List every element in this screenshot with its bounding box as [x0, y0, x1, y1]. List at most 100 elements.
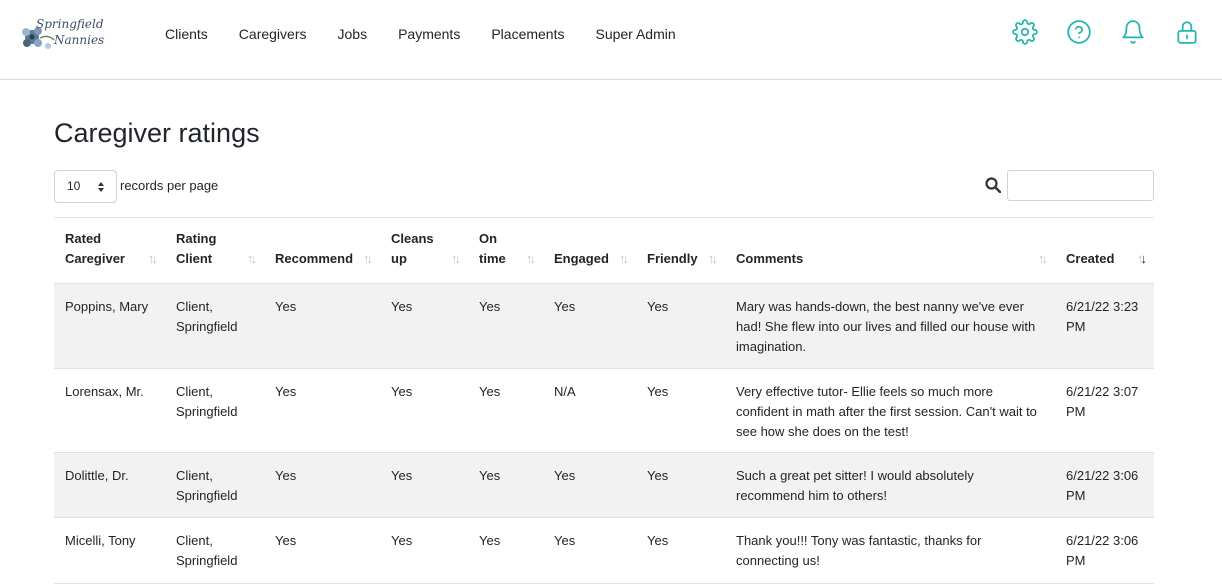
settings-button[interactable]	[1012, 18, 1038, 46]
sort-icon: ↑↓	[363, 251, 373, 266]
sort-icon: ↑↓	[526, 251, 536, 266]
help-button[interactable]	[1066, 18, 1092, 46]
table-search-input[interactable]	[1007, 170, 1154, 201]
header-line-2: up	[391, 251, 407, 266]
page-title: Caregiver ratings	[54, 118, 260, 148]
sort-icon: ↑↓	[148, 251, 158, 266]
select-arrows-icon	[98, 182, 104, 192]
logo-line-2: Nannies	[54, 33, 105, 47]
sort-icon: ↑↓	[451, 251, 461, 266]
created-line-2: PM	[1066, 319, 1086, 334]
table-row: Lorensax, Mr. Client, Springfield Yes Yes…	[54, 369, 1154, 453]
created-line-1: 6/21/22 3:07	[1066, 384, 1139, 399]
cell-on-time: Yes	[479, 468, 501, 483]
header-line-2: Recommend	[275, 251, 354, 266]
client-line-1: Client,	[176, 299, 213, 314]
header-line-2: Client	[176, 251, 213, 266]
client-line-1: Client,	[176, 533, 213, 548]
column-header-on-time[interactable]: On time ↑↓	[468, 218, 543, 284]
table-row: Dolittle, Dr. Client, Springfield Yes Yes…	[54, 452, 1154, 518]
column-header-cleans-up[interactable]: Cleans up ↑↓	[380, 218, 468, 284]
client-line-2: Springfield	[176, 488, 238, 503]
help-icon	[1067, 20, 1091, 44]
gear-icon	[1012, 19, 1038, 45]
client-line-2: Springfield	[176, 319, 238, 334]
sort-icon: ↑↓	[1038, 251, 1048, 266]
header-line-2: Comments	[736, 251, 804, 266]
created-line-1: 6/21/22 3:06	[1066, 533, 1139, 548]
cell-friendly: Yes	[647, 468, 669, 483]
main-nav: Clients Caregivers Jobs Payments Placeme…	[165, 25, 707, 43]
cell-friendly: Yes	[647, 299, 669, 314]
cell-comments: Such a great pet sitter! I would absolut…	[736, 468, 974, 503]
nav-icon-group	[984, 18, 1200, 46]
header-line-2: Friendly	[647, 251, 698, 266]
cell-cleans-up: Yes	[391, 533, 413, 548]
logout-button[interactable]	[1174, 18, 1200, 46]
column-header-comments[interactable]: Comments ↑↓	[725, 218, 1055, 284]
created-line-1: 6/21/22 3:06	[1066, 468, 1139, 483]
search-icon	[985, 177, 1001, 193]
nav-link-payments[interactable]: Payments	[398, 25, 460, 43]
cell-recommend: Yes	[275, 299, 297, 314]
sort-icon: ↑↓	[708, 251, 718, 266]
client-line-2: Springfield	[176, 553, 238, 568]
cell-recommend: Yes	[275, 468, 297, 483]
sort-desc-icon: ↑↓	[1137, 251, 1147, 266]
page-length-select[interactable]: 10	[54, 170, 117, 203]
column-header-rated-caregiver[interactable]: Rated Caregiver ↑↓	[54, 218, 165, 284]
created-line-2: PM	[1066, 404, 1086, 419]
logo-line-1: Springfield	[36, 17, 104, 31]
nav-link-placements[interactable]: Placements	[491, 25, 564, 43]
bell-icon	[1122, 20, 1144, 44]
cell-on-time: Yes	[479, 533, 501, 548]
cell-engaged: Yes	[554, 468, 576, 483]
nav-link-super-admin[interactable]: Super Admin	[595, 25, 675, 43]
cell-cleans-up: Yes	[391, 468, 413, 483]
page-length-label: records per page	[120, 178, 219, 193]
cell-comments: Thank you!!! Tony was fantastic, thanks …	[736, 533, 982, 568]
header-line-1: Cleans	[391, 231, 434, 246]
header-line-1: Rating	[176, 231, 217, 246]
cell-created: 6/21/22 3:06 PM	[1055, 518, 1154, 584]
column-header-engaged[interactable]: Engaged ↑↓	[543, 218, 636, 284]
created-line-1: 6/21/22 3:23	[1066, 299, 1139, 314]
cell-engaged: Yes	[554, 533, 576, 548]
column-header-friendly[interactable]: Friendly ↑↓	[636, 218, 725, 284]
top-navbar: Springfield Nannies Clients Caregivers J…	[0, 0, 1222, 80]
page-length-value: 10	[67, 179, 81, 193]
header-line-2: time	[479, 251, 506, 266]
cell-client: Client, Springfield	[165, 518, 264, 584]
springfield-nannies-logo[interactable]: Springfield Nannies	[18, 14, 108, 56]
table-row: Micelli, Tony Client, Springfield Yes Yes…	[54, 518, 1154, 584]
nav-link-jobs[interactable]: Jobs	[338, 25, 368, 43]
column-header-created[interactable]: Created ↑↓	[1055, 218, 1154, 284]
header-line-2: Created	[1066, 251, 1115, 266]
cell-created: 6/21/22 3:06 PM	[1055, 453, 1154, 518]
nav-link-caregivers[interactable]: Caregivers	[239, 25, 307, 43]
cell-client: Client, Springfield	[165, 369, 264, 453]
nav-link-clients[interactable]: Clients	[165, 25, 208, 43]
header-line-1: Rated	[65, 231, 102, 246]
cell-cleans-up: Yes	[391, 299, 413, 314]
cell-engaged: N/A	[554, 384, 576, 399]
column-header-rating-client[interactable]: Rating Client ↑↓	[165, 218, 264, 284]
header-line-2: Caregiver	[65, 251, 125, 266]
cell-engaged: Yes	[554, 299, 576, 314]
cell-client: Client, Springfield	[165, 284, 264, 369]
created-line-2: PM	[1066, 488, 1086, 503]
created-line-2: PM	[1066, 553, 1086, 568]
cell-comments: Very effective tutor- Ellie feels so muc…	[736, 384, 1037, 439]
column-header-recommend[interactable]: Recommend ↑↓	[264, 218, 380, 284]
cell-on-time: Yes	[479, 299, 501, 314]
table-header-row: Rated Caregiver ↑↓ Rating Client ↑↓ Recommen…	[54, 217, 1154, 284]
cell-created: 6/21/22 3:07 PM	[1055, 369, 1154, 453]
sort-icon: ↑↓	[247, 251, 257, 266]
sort-icon: ↑↓	[619, 251, 629, 266]
lock-icon	[1177, 21, 1197, 44]
table-row: Poppins, Mary Client, Springfield Yes Yes…	[54, 283, 1154, 369]
cell-comments: Mary was hands-down, the best nanny we'v…	[736, 299, 1036, 354]
cell-caregiver: Dolittle, Dr.	[65, 468, 129, 483]
notifications-button[interactable]	[1120, 18, 1146, 46]
cell-friendly: Yes	[647, 533, 669, 548]
